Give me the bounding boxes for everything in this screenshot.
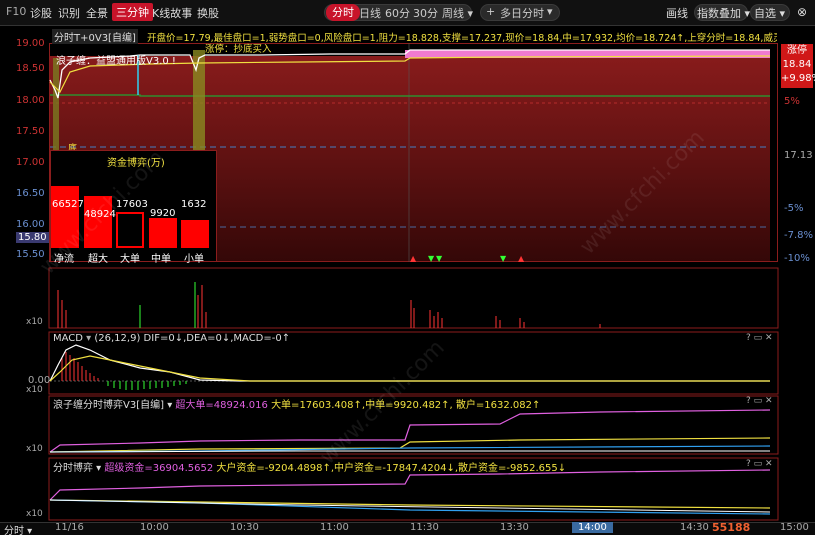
fund-bar-small — [181, 220, 209, 248]
strategy-banner: 浪子缠：益盟通用版V3.0 ! — [56, 56, 176, 67]
retail-line — [49, 450, 770, 453]
help-icon[interactable]: ? ▭ ✕ — [746, 459, 773, 469]
pct-tick: -5% — [784, 203, 804, 214]
time-tick: 10:00 — [140, 522, 169, 533]
price-tick: 18.50 — [16, 63, 45, 74]
chart-mode-label[interactable]: 分时T+0V3[自编] — [52, 29, 138, 44]
fund-value: 9920 — [150, 208, 176, 219]
time-axis-label: 分时 — [4, 526, 24, 535]
price-tick: 15.80 — [16, 232, 49, 243]
retail-value: 散户=1632.082↑ — [455, 400, 541, 411]
corner-watermark: 55188 — [712, 521, 751, 534]
panel4-scale: x10 — [26, 509, 43, 519]
time-axis-mode[interactable]: 分时 ▾ — [4, 522, 32, 535]
panel3-title: 浪子缠分时博弈V3[自编] — [53, 400, 165, 411]
macd-title: MACD — [53, 333, 83, 344]
time-tick: 14:30 — [680, 522, 709, 533]
time-tick: 11:00 — [320, 522, 349, 533]
pct-tick: -7.8% — [784, 230, 814, 241]
time-tick: 13:30 — [500, 522, 529, 533]
limit-price: 18.84 — [782, 59, 812, 70]
time-tick-current: 14:00 — [572, 522, 613, 533]
time-tick: 15:00 — [780, 522, 809, 533]
price-tick: 16.50 — [16, 188, 45, 199]
down-marker: ▼ — [500, 254, 507, 263]
panel4-title: 分时博弈 — [53, 463, 93, 474]
volume-scale: x10 — [26, 317, 43, 327]
price-tick: 19.00 — [16, 38, 45, 49]
macd-params: (26,12,9) — [94, 333, 141, 344]
down-marker: ▼ — [428, 254, 435, 263]
pct-tick: -10% — [784, 253, 810, 264]
pct-tick: 5% — [784, 96, 800, 107]
help-icon[interactable]: ? ▭ ✕ — [746, 333, 773, 343]
fund-label: 中单 — [151, 254, 171, 265]
fund-label: 小单 — [184, 254, 204, 265]
fund-label: 超大 — [88, 254, 108, 265]
panel3-scale: x10 — [26, 444, 43, 454]
limit-label: 涨停 — [787, 45, 807, 56]
fund-label: 大单 — [120, 254, 140, 265]
macd-scale: x10 — [26, 385, 43, 395]
up-marker: ▲ — [410, 254, 417, 263]
price-tick: 17.00 — [16, 157, 45, 168]
up-marker: ▲ — [518, 254, 525, 263]
price-tick: 17.50 — [16, 126, 45, 137]
buy-signal-text: 涨停：抄底买入 — [205, 44, 272, 55]
macd-header[interactable]: MACD ▾ (26,12,9) DIF=0↓,DEA=0↓,MACD=-0↑ — [53, 333, 290, 344]
mode-name: 分时 — [54, 33, 74, 44]
fund-values: 大户资金=-9204.4898↑,中户资金=-17847.4204↓,散户资金=… — [216, 463, 567, 474]
fund-value: 66527 — [52, 199, 84, 210]
panel3-header[interactable]: 浪子缠分时博弈V3[自编] ▾ 超大单=48924.016 大单=17603.4… — [53, 396, 540, 411]
volume-bars — [57, 282, 601, 328]
fund-bar-mid — [149, 218, 177, 248]
limit-up-badge: 涨停 18.84 +9.98% — [781, 44, 815, 88]
time-tick: 11/16 — [55, 522, 84, 533]
pct-tick: 17.13 — [784, 150, 813, 161]
macd-values: DIF=0↓,DEA=0↓,MACD=-0↑ — [143, 333, 291, 344]
main-chart-svg: ▲ ▼ ▼ ▼ ▲ ▲ — [48, 43, 779, 521]
limit-percent: +9.98% — [781, 73, 815, 84]
help-icon[interactable]: ? ▭ ✕ — [746, 396, 773, 406]
time-tick: 10:30 — [230, 522, 259, 533]
fund-value: 1632 — [181, 199, 207, 210]
large-order-line — [49, 437, 771, 453]
down-marker: ▼ — [436, 254, 443, 263]
mode-indicator: T+0V3[自编] — [74, 33, 136, 44]
panel4-header[interactable]: 分时博弈 ▾ 超级资金=36904.5652 大户资金=-9204.4898↑,… — [53, 459, 566, 474]
time-tick: 11:30 — [410, 522, 439, 533]
price-tick: 18.00 — [16, 95, 45, 106]
price-tick: 16.00 — [16, 219, 45, 230]
super-fund-line — [49, 469, 771, 501]
super-large-line — [49, 409, 771, 453]
super-fund-value: 超级资金=36904.5652 — [104, 463, 214, 474]
super-large-value: 超大单=48924.016 — [175, 400, 268, 411]
fund-bar-large — [116, 212, 144, 248]
